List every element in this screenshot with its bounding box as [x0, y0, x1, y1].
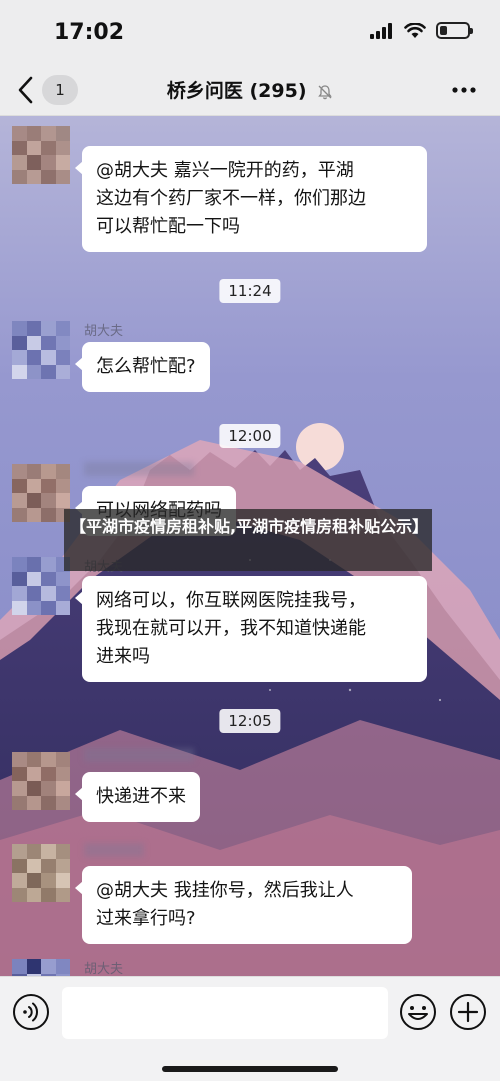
avatar[interactable]	[12, 126, 70, 184]
signal-icon	[370, 22, 392, 39]
more-options-icon[interactable]	[450, 78, 478, 102]
message-text: 快递进不来	[96, 786, 186, 807]
sender-name: 胡大夫	[84, 962, 124, 976]
message-input[interactable]	[62, 987, 388, 1039]
banner-text: 【平湖市疫情房租补贴,平湖市疫情房租补贴公示】	[70, 517, 429, 536]
article-title-banner: 【平湖市疫情房租补贴,平湖市疫情房租补贴公示】	[64, 509, 432, 571]
timestamp: 12:00	[219, 424, 281, 448]
avatar[interactable]	[12, 321, 70, 379]
avatar[interactable]	[12, 557, 70, 615]
message-bubble[interactable]: 怎么帮忙配?	[75, 342, 210, 392]
timestamp: 12:05	[219, 709, 281, 733]
battery-icon	[436, 22, 473, 39]
add-icon[interactable]	[449, 993, 487, 1031]
emoji-icon[interactable]	[399, 993, 437, 1031]
message-bubble[interactable]: @胡大夫 我挂你号，然后我让人 过来拿行吗?	[75, 866, 412, 944]
avatar[interactable]	[12, 844, 70, 902]
status-icons	[370, 22, 473, 39]
avatar[interactable]	[12, 959, 70, 976]
message-text: 网络可以，你互联网医院挂我号， 我现在就可以开，我不知道快递能 进来吗	[96, 590, 366, 667]
chat-header: 1 桥乡问医 (295)	[0, 64, 500, 116]
avatar[interactable]	[12, 464, 70, 522]
sender-name: 胡大夫	[84, 324, 124, 339]
home-indicator[interactable]	[162, 1066, 338, 1072]
message-text: 怎么帮忙配?	[96, 356, 196, 377]
chat-title: 桥乡问医 (295)	[0, 76, 500, 103]
voice-input-icon[interactable]	[12, 993, 50, 1031]
sender-name	[84, 462, 194, 476]
message-bubble[interactable]: 网络可以，你互联网医院挂我号， 我现在就可以开，我不知道快递能 进来吗	[75, 576, 427, 682]
message-input-bar	[0, 976, 500, 1081]
message-bubble[interactable]: @胡大夫 嘉兴一院开的药，平湖 这边有个药厂家不一样，你们那边 可以帮忙配一下吗	[75, 146, 427, 252]
message-bubble[interactable]: 快递进不来	[75, 772, 200, 822]
status-time: 17:02	[54, 20, 125, 45]
avatar[interactable]	[12, 752, 70, 810]
chat-title-text: 桥乡问医 (295)	[166, 80, 307, 102]
mute-bell-icon	[318, 84, 332, 99]
message-text: @胡大夫 嘉兴一院开的药，平湖 这边有个药厂家不一样，你们那边 可以帮忙配一下吗	[96, 160, 366, 237]
sender-name	[84, 748, 194, 762]
timestamp: 11:24	[219, 279, 281, 303]
wifi-icon	[404, 22, 426, 38]
sender-name	[84, 843, 144, 857]
message-text: @胡大夫 我挂你号，然后我让人 过来拿行吗?	[96, 880, 354, 929]
status-bar: 17:02	[0, 0, 500, 64]
